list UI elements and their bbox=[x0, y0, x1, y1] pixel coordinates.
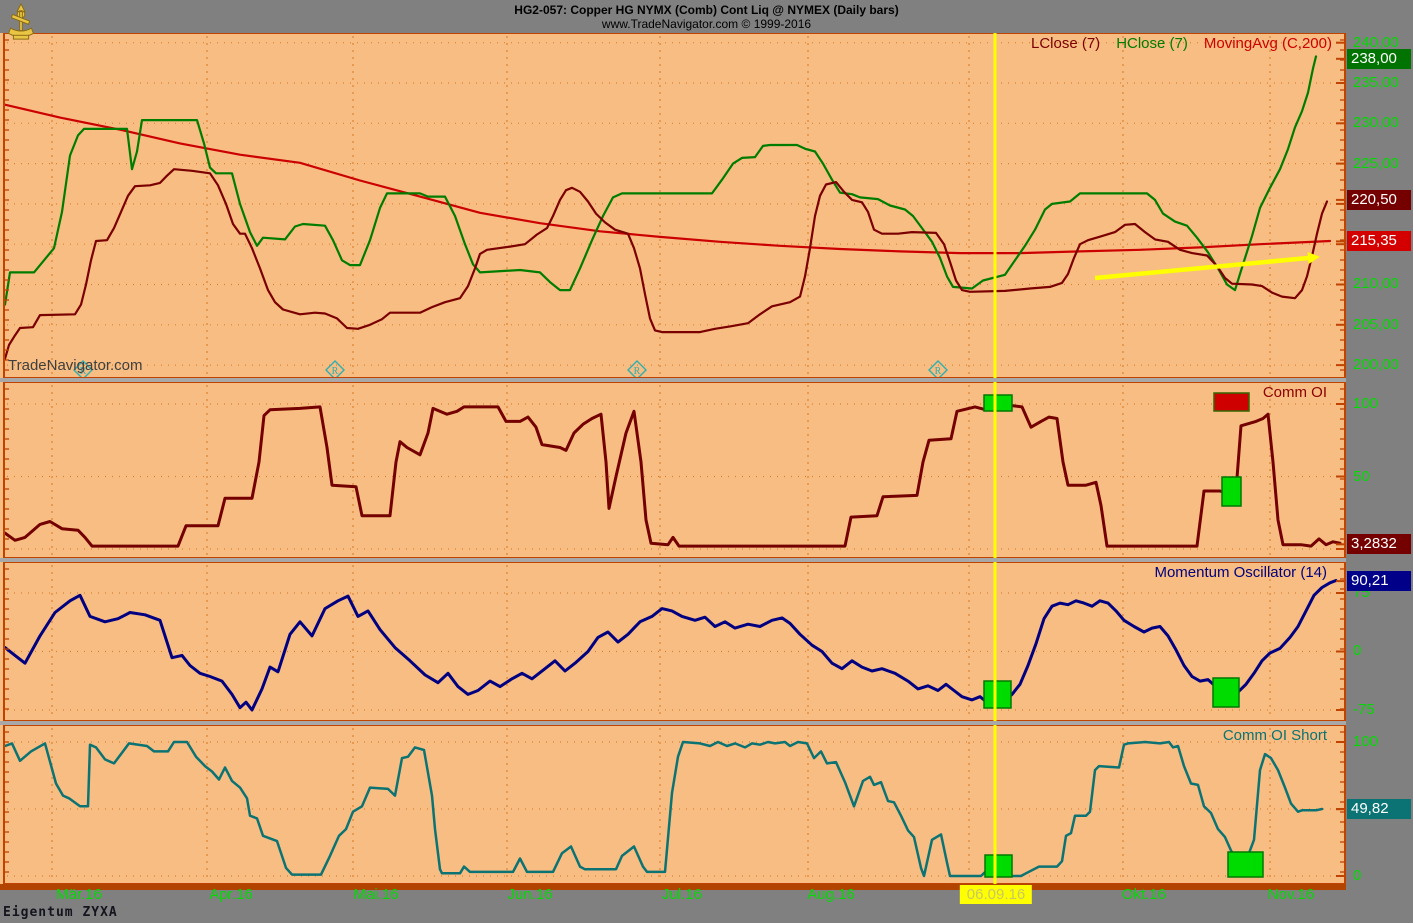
signal-marker-box bbox=[1214, 393, 1249, 411]
panel-splitter-3[interactable] bbox=[0, 721, 1346, 725]
signal-marker-box bbox=[1213, 678, 1239, 707]
ownership-footer: Eigentum ZYXA bbox=[3, 905, 118, 920]
watermark-text: TradeNavigator.com bbox=[8, 357, 143, 374]
svg-text:R: R bbox=[332, 366, 339, 377]
chart-title: HG2-057: Copper HG NYMX (Comb) Cont Liq … bbox=[0, 0, 1413, 17]
application-window: HG2-057: Copper HG NYMX (Comb) Cont Liq … bbox=[0, 0, 1413, 923]
title-bar: HG2-057: Copper HG NYMX (Comb) Cont Liq … bbox=[0, 0, 1413, 33]
svg-text:R: R bbox=[935, 366, 942, 377]
trade-navigator-logo-icon bbox=[2, 2, 40, 42]
signal-marker-box bbox=[984, 681, 1011, 708]
plot-background bbox=[0, 33, 1346, 884]
chart-canvas[interactable]: RRRR bbox=[0, 0, 1413, 923]
svg-text:R: R bbox=[634, 366, 641, 377]
signal-marker-box bbox=[984, 395, 1012, 411]
panel-splitter-2[interactable] bbox=[0, 558, 1346, 562]
signal-marker-box bbox=[985, 855, 1012, 877]
panel-splitter-1[interactable] bbox=[0, 378, 1346, 382]
bottom-axis-strip bbox=[0, 884, 1346, 890]
signal-marker-box bbox=[1228, 852, 1263, 877]
crosshair-vline bbox=[994, 33, 997, 884]
chart-subtitle: www.TradeNavigator.com © 1999-2016 bbox=[0, 17, 1413, 31]
signal-marker-box bbox=[1222, 477, 1241, 506]
